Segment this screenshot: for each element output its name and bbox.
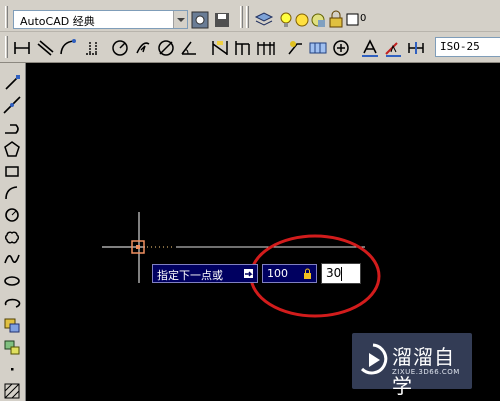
options-arrow-icon[interactable]	[244, 269, 253, 278]
prompt-text: 指定下一点或	[157, 269, 223, 282]
distance-value: 100	[267, 267, 288, 280]
dynamic-input-prompt: 指定下一点或	[152, 264, 258, 283]
play-logo-icon	[360, 343, 388, 375]
text-caret	[341, 267, 342, 281]
endpoint-snap-dot	[136, 245, 140, 249]
watermark-logo: 溜溜自学 ZIXUE.3D66.COM	[352, 333, 472, 398]
watermark-url: ZIXUE.3D66.COM	[392, 368, 460, 376]
distance-input[interactable]: 100	[262, 264, 317, 283]
lock-icon	[303, 268, 312, 279]
angle-value: 30	[326, 266, 342, 280]
angle-input[interactable]: 30	[321, 263, 361, 284]
